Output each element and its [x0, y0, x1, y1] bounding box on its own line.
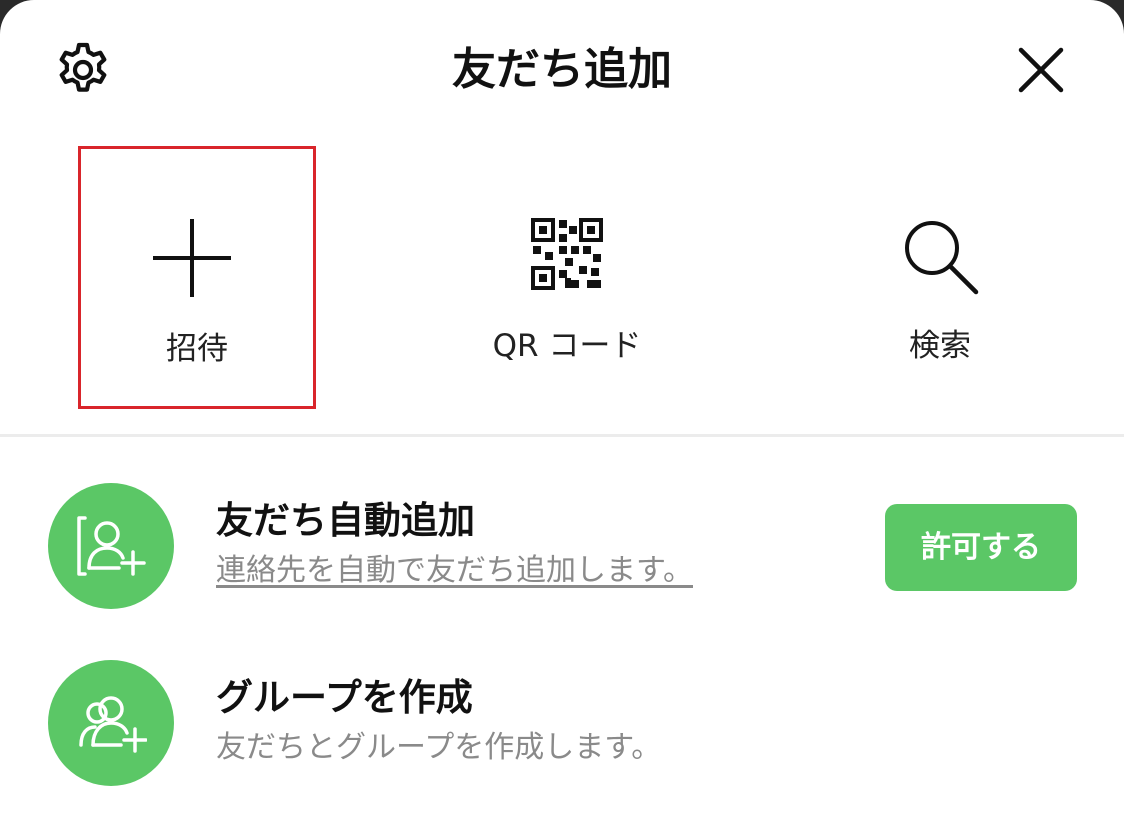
- auto-add-title: 友だち自動追加: [216, 499, 475, 542]
- search-icon: [905, 221, 979, 295]
- search-button[interactable]: 検索: [820, 146, 1060, 409]
- create-group-row[interactable]: グループを作成 友だちとグループを作成します。: [0, 660, 1124, 790]
- section-divider: [0, 434, 1124, 437]
- invite-label: 招待: [166, 331, 228, 367]
- invite-button[interactable]: 招待: [78, 146, 316, 409]
- auto-add-description-link[interactable]: 連絡先を自動で友だち追加します。: [216, 551, 693, 591]
- page-title: 友だち追加: [452, 44, 672, 95]
- create-group-title: グループを作成: [216, 676, 473, 719]
- search-label: 検索: [909, 328, 971, 364]
- qr-code-label: QR コード: [492, 328, 642, 364]
- close-icon[interactable]: [1016, 45, 1066, 95]
- auto-add-friends-row: 友だち自動追加 連絡先を自動で友だち追加します。 許可する: [0, 483, 1124, 613]
- qr-code-icon: [531, 218, 603, 290]
- plus-icon: [153, 219, 231, 297]
- create-group-description: 友だちとグループを作成します。: [216, 730, 662, 765]
- add-friends-sheet: 友だち追加 招待 QR コード 検索 友だち自動追加 連絡先を自動で友だち追加し…: [0, 0, 1124, 833]
- contacts-add-icon: [48, 483, 174, 609]
- group-add-icon: [48, 660, 174, 786]
- qr-code-button[interactable]: QR コード: [447, 146, 687, 409]
- allow-button[interactable]: 許可する: [885, 504, 1077, 591]
